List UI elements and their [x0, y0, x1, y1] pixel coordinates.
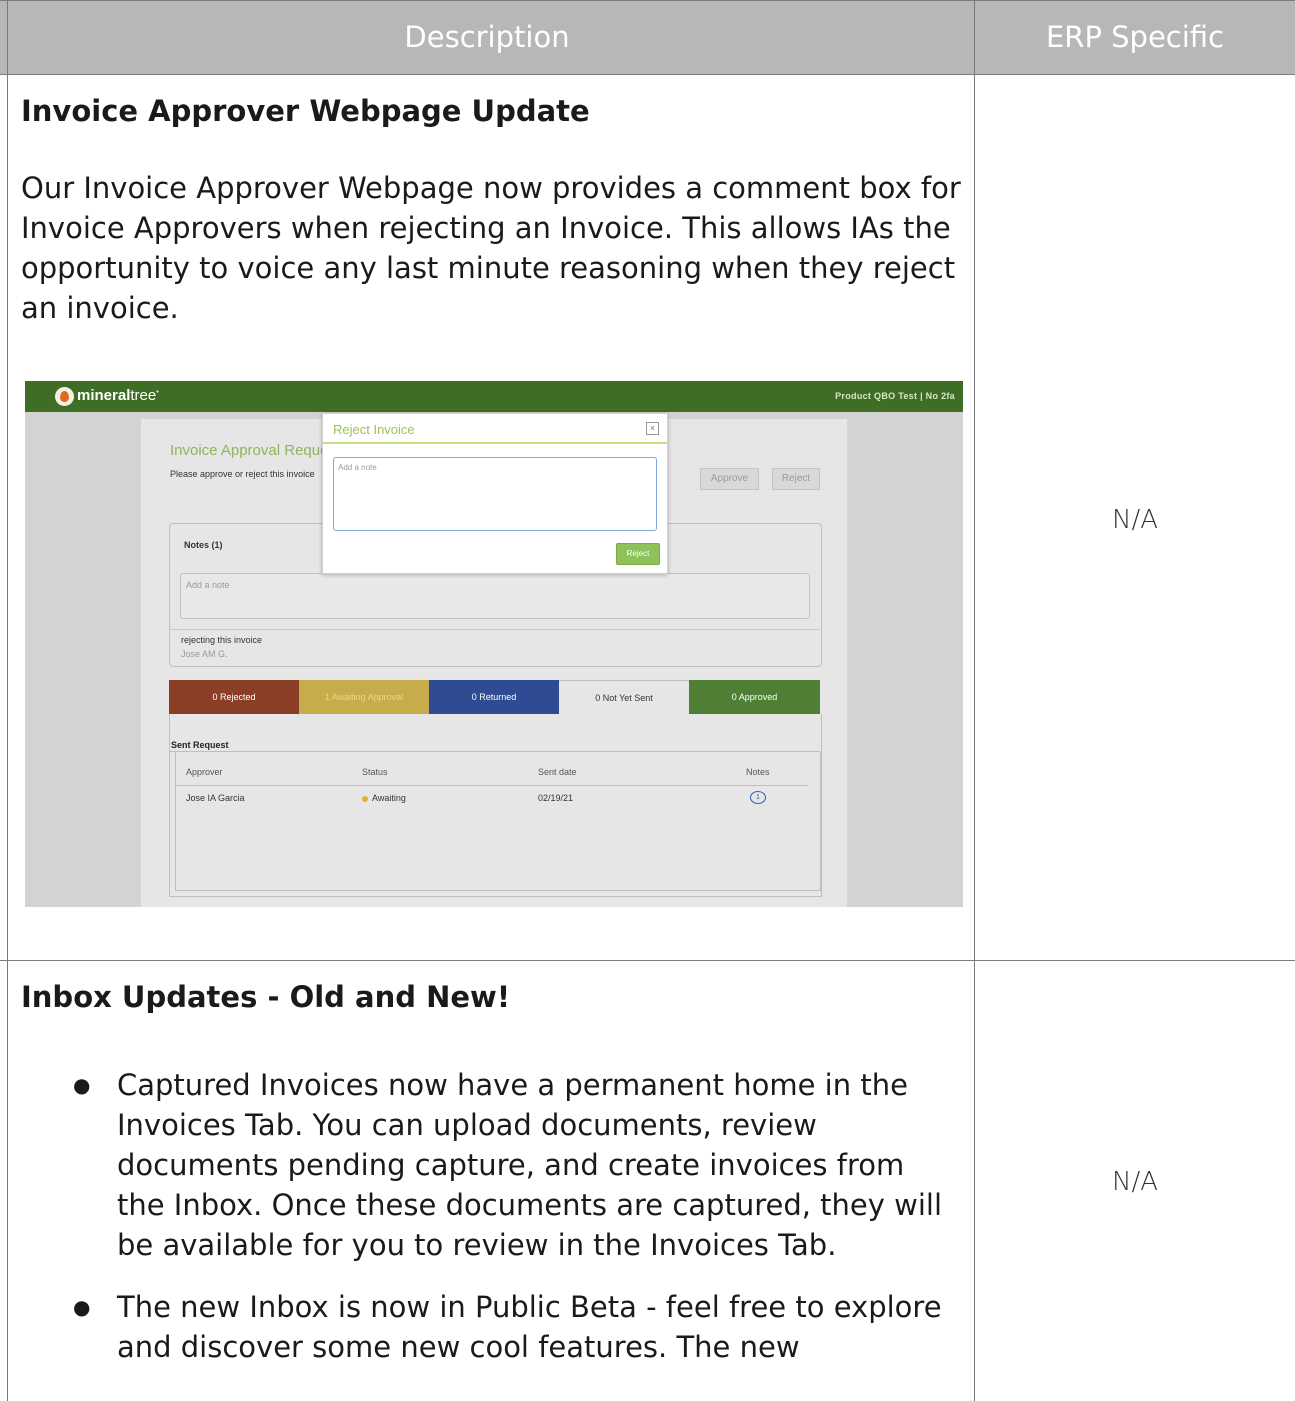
cell-sent-date: 02/19/21	[538, 793, 574, 803]
brand-mark: •	[156, 389, 159, 396]
status-not-yet-sent[interactable]: 0 Not Yet Sent	[559, 680, 689, 714]
sent-request-table	[175, 752, 821, 891]
cell-approver: Jose IA Garcia	[186, 793, 245, 803]
release-notes-table: Description ERP Specific Invoice Approve…	[0, 0, 1295, 1401]
note-text: rejecting this invoice	[181, 635, 263, 645]
row-2-erp-value: N/A	[1112, 1167, 1158, 1197]
note-input[interactable]: Add a note	[180, 573, 810, 619]
modal-reject-button[interactable]: Reject	[616, 543, 660, 565]
header-description: Description	[404, 20, 570, 54]
notes-separator	[169, 629, 820, 630]
brand-suffix: tree	[130, 387, 157, 404]
bullet-item: The new Inbox is now in Public Beta - fe…	[21, 1287, 961, 1367]
cell-status-label: Awaiting	[372, 793, 406, 803]
note-input-placeholder: Add a note	[186, 580, 230, 590]
row-2-description: Inbox Updates - Old and New! Captured In…	[21, 977, 961, 1389]
reject-invoice-modal: Reject Invoice × Add a note Reject	[322, 413, 668, 574]
account-label[interactable]: Product QBO Test | No 2fa	[835, 391, 955, 401]
table-header: Description ERP Specific	[0, 0, 1295, 75]
reject-button[interactable]: Reject	[772, 468, 820, 490]
awaiting-status-dot-icon	[362, 795, 368, 802]
status-awaiting-approval[interactable]: 1 Awaiting Approval	[299, 680, 429, 714]
notes-chat-bubble-icon[interactable]: 1	[750, 791, 766, 804]
row-1-paragraph: Our Invoice Approver Webpage now provide…	[21, 171, 961, 325]
modal-note-textarea[interactable]: Add a note	[333, 457, 657, 531]
column-approver: Approver	[186, 767, 223, 777]
note-author: Jose AM G.	[181, 649, 228, 659]
mineraltree-logo-icon	[55, 387, 74, 406]
table-header-separator	[175, 785, 808, 786]
page-title: Invoice Approval Reque	[170, 442, 329, 459]
page-subtitle: Please approve or reject this invoice	[170, 469, 315, 479]
status-approved[interactable]: 0 Approved	[689, 680, 820, 714]
sent-request-bottom-border	[169, 896, 820, 897]
status-returned[interactable]: 0 Returned	[429, 680, 559, 714]
table-left-border	[7, 0, 8, 1401]
row-1-erp-value: N/A	[1112, 505, 1158, 535]
modal-title: Reject Invoice	[333, 422, 415, 437]
column-status: Status	[362, 767, 388, 777]
header-erp-specific: ERP Specific	[1045, 20, 1225, 54]
modal-note-placeholder: Add a note	[338, 463, 377, 472]
bullet-item: Captured Invoices now have a permanent h…	[21, 1065, 961, 1265]
row-divider	[0, 960, 1295, 961]
column-notes: Notes	[746, 767, 770, 777]
row-2-title: Inbox Updates - Old and New!	[21, 980, 511, 1014]
close-icon[interactable]: ×	[646, 422, 659, 435]
sent-request-title: Sent Request	[171, 740, 229, 750]
reject-invoice-screenshot: mineraltree• Product QBO Test | No 2fa I…	[25, 381, 963, 907]
status-bar: 0 Rejected 1 Awaiting Approval 0 Returne…	[169, 680, 820, 714]
approve-button[interactable]: Approve	[700, 468, 759, 490]
app-top-bar: mineraltree• Product QBO Test | No 2fa	[25, 381, 963, 412]
brand-prefix: mineral	[77, 387, 131, 404]
cell-status: Awaiting	[362, 793, 406, 803]
notes-title: Notes (1)	[184, 540, 223, 550]
brand-logo: mineraltree•	[77, 387, 159, 404]
modal-title-rule	[323, 442, 667, 444]
status-rejected[interactable]: 0 Rejected	[169, 680, 299, 714]
row-1-description: Invoice Approver Webpage Update Our Invo…	[21, 91, 961, 328]
row-1-title: Invoice Approver Webpage Update	[21, 94, 590, 128]
row-2-bullets: Captured Invoices now have a permanent h…	[21, 1065, 961, 1367]
column-sent-date: Sent date	[538, 767, 577, 777]
